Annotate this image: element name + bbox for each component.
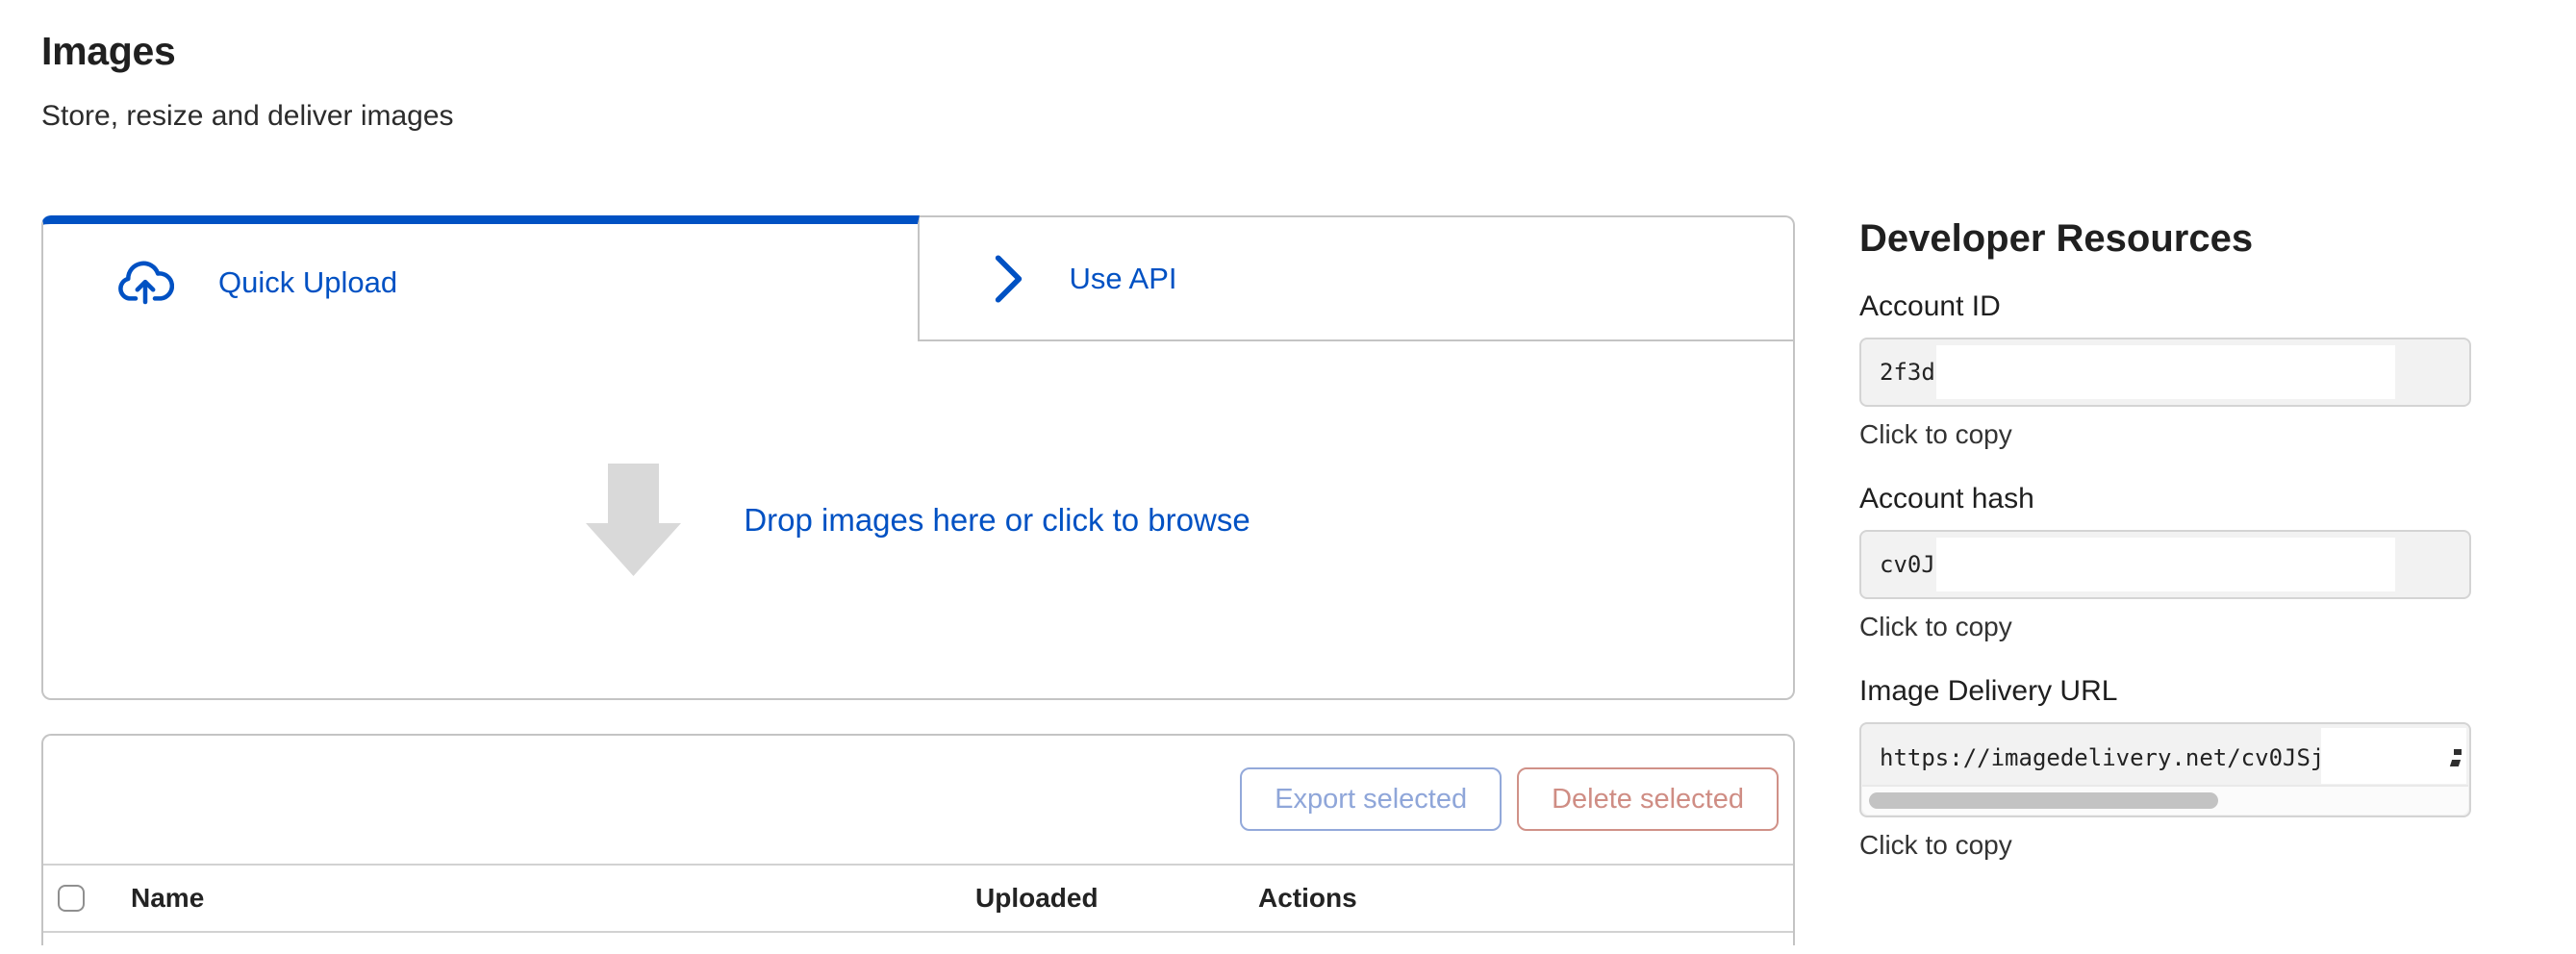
upload-tabs: Quick Upload Use API — [41, 215, 1795, 341]
account-id-label: Account ID — [1859, 289, 2471, 324]
image-delivery-url-value-field[interactable]: https://imagedelivery.net/cv0JSj — [1859, 722, 2471, 817]
image-dropzone[interactable]: Drop images here or click to browse — [41, 341, 1795, 700]
account-hash-copy-hint: Click to copy — [1859, 611, 2471, 643]
account-id-copy-hint: Click to copy — [1859, 418, 2471, 451]
upload-section: Quick Upload Use API Drop ima — [41, 215, 1795, 945]
redaction-overlay — [2321, 728, 2466, 784]
column-header-uploaded: Uploaded — [975, 883, 1258, 914]
upload-card: Quick Upload Use API Drop ima — [41, 215, 1795, 700]
delete-selected-button[interactable]: Delete selected — [1517, 767, 1779, 831]
image-delivery-url-value: https://imagedelivery.net/cv0JSj — [1880, 744, 2324, 771]
resource-image-delivery-url: Image Delivery URL https://imagedelivery… — [1859, 674, 2471, 862]
images-table-card: Export selected Delete selected Name Upl… — [41, 734, 1795, 945]
resource-account-hash: Account hash cv0J Click to copy — [1859, 482, 2471, 643]
page-title: Images — [41, 29, 2576, 74]
dropzone-inner: Drop images here or click to browse — [586, 464, 1250, 577]
redaction-overlay — [1936, 538, 2395, 591]
column-header-actions: Actions — [1258, 883, 1793, 914]
dropzone-label: Drop images here or click to browse — [744, 502, 1250, 539]
developer-resources-panel: Developer Resources Account ID 2f3d Clic… — [1859, 215, 2483, 892]
resource-account-id: Account ID 2f3d Click to copy — [1859, 289, 2471, 451]
tab-label: Use API — [1070, 262, 1177, 296]
cloud-upload-icon — [116, 259, 174, 307]
arrow-down-icon — [586, 464, 682, 577]
images-page: Images Store, resize and deliver images … — [0, 0, 2576, 945]
image-delivery-url-label: Image Delivery URL — [1859, 674, 2471, 709]
select-all-checkbox[interactable] — [58, 885, 85, 912]
developer-resources-title: Developer Resources — [1859, 217, 2483, 261]
chevron-right-icon — [993, 253, 1025, 305]
account-hash-value: cv0J — [1880, 551, 1935, 578]
account-hash-value-field[interactable]: cv0J — [1859, 530, 2471, 599]
image-delivery-url-copy-hint: Click to copy — [1859, 829, 2471, 862]
account-hash-label: Account hash — [1859, 482, 2471, 516]
account-id-value: 2f3d — [1880, 359, 1935, 386]
column-header-name: Name — [131, 883, 975, 914]
redaction-overlay — [1936, 345, 2395, 399]
redacted-char-fragment — [2454, 749, 2462, 755]
table-actions-row: Export selected Delete selected — [43, 736, 1793, 864]
select-all-cell — [43, 885, 131, 912]
tab-label: Quick Upload — [218, 265, 397, 300]
tab-use-api[interactable]: Use API — [920, 215, 1796, 341]
page-content: Quick Upload Use API Drop ima — [41, 215, 2576, 945]
export-selected-button[interactable]: Export selected — [1240, 767, 1502, 831]
account-id-value-field[interactable]: 2f3d — [1859, 338, 2471, 407]
table-header-row: Name Uploaded Actions — [43, 864, 1793, 933]
horizontal-scrollbar-track — [1862, 785, 2468, 815]
page-subtitle: Store, resize and deliver images — [41, 100, 2576, 133]
tab-quick-upload[interactable]: Quick Upload — [41, 215, 920, 341]
horizontal-scrollbar-thumb[interactable] — [1869, 792, 2218, 809]
